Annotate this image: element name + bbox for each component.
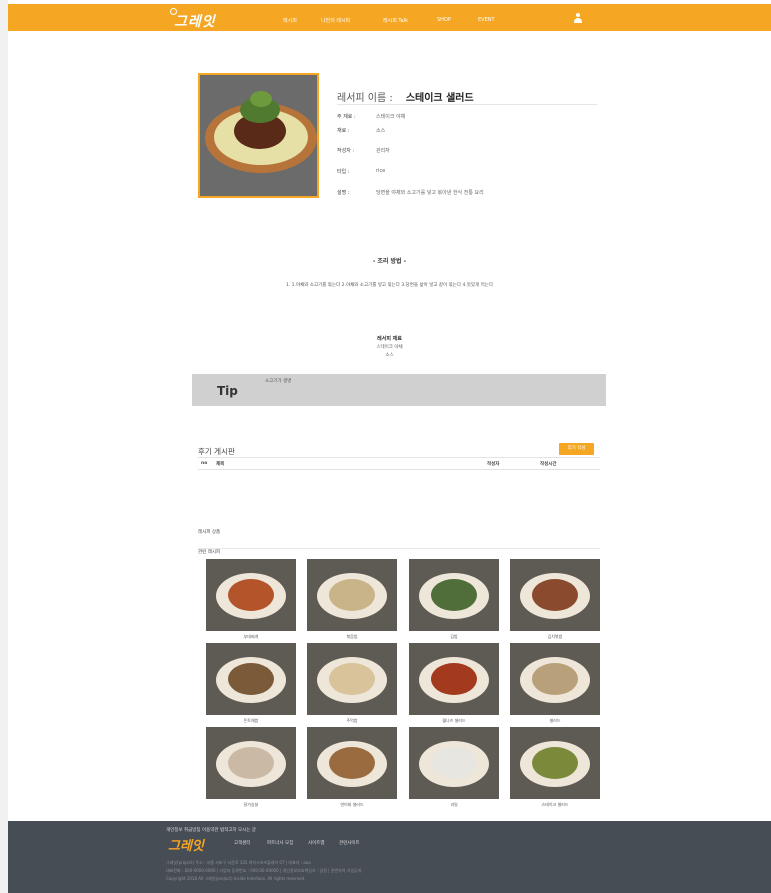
tip-label: Tip bbox=[217, 384, 238, 398]
nav-recipe-talk[interactable]: 레시피 Talk bbox=[383, 17, 408, 24]
footer-logo: 그레잇 bbox=[168, 839, 204, 854]
author-label: 작성자 : bbox=[337, 148, 355, 154]
related-recipe-thumbnail[interactable] bbox=[409, 643, 499, 715]
related-recipe-thumbnail[interactable] bbox=[409, 727, 499, 799]
top-navigation-bar: 그레잇 레시피 나만의 레시피 레시피 Talk SHOP EVENT bbox=[8, 4, 771, 31]
review-col-title: 제목 bbox=[216, 462, 225, 467]
ingredient-value: 소스 bbox=[376, 128, 386, 134]
related-recipe-thumbnail[interactable] bbox=[307, 643, 397, 715]
description-value: 당면을 야채와 소고기를 넣고 볶아낸 한식 전통 요리 bbox=[376, 190, 484, 196]
footer-contact: 대표전화 : 000-0000-0000 | 사업자 등록번호 : 000-00… bbox=[166, 868, 362, 873]
related-recipe-name[interactable]: 부대찌개 bbox=[206, 634, 296, 640]
review-board-title: 후기 게시판 bbox=[198, 447, 235, 456]
nav-my-recipe[interactable]: 나만의 레시피 bbox=[321, 17, 350, 24]
footer: 개인정보 취급방침 이용약관 법적고지 모시는 글 그레잇 고객센터 파트너사 … bbox=[8, 821, 771, 893]
type-label: 타입 : bbox=[337, 169, 350, 175]
related-recipe-thumbnail[interactable] bbox=[409, 559, 499, 631]
related-recipe-name[interactable]: 볶음밥 bbox=[307, 634, 397, 640]
cooking-steps: 1. 1.야채와 소고기를 볶는다 2.야채와 소고기를 넣고 볶는다 3.당면… bbox=[285, 283, 494, 288]
ingredient-label: 재료 : bbox=[337, 128, 350, 134]
nav-shop[interactable]: SHOP bbox=[437, 17, 451, 23]
review-col-author: 작성자 bbox=[487, 462, 500, 467]
write-review-button[interactable]: 후기 작성 bbox=[559, 443, 594, 455]
cooking-method-title: - 조리 방법 - bbox=[372, 258, 407, 265]
related-recipe-name[interactable]: 스테이크 샐러드 bbox=[510, 802, 600, 808]
related-recipe-thumbnail[interactable] bbox=[307, 727, 397, 799]
footer-menu-sitemap[interactable]: 사이트맵 bbox=[308, 840, 325, 846]
nav-event[interactable]: EVENT bbox=[478, 17, 495, 23]
related-recipes-label: 관련 레시피 bbox=[198, 550, 221, 555]
footer-address: 그레잇(project) 주소 : 서울 서초구 서운로 335 여자스포츠플래… bbox=[166, 860, 311, 865]
type-value: rice bbox=[376, 168, 386, 174]
related-recipe-name[interactable]: 주먹밥 bbox=[307, 718, 397, 724]
related-recipe-thumbnail[interactable] bbox=[206, 643, 296, 715]
related-recipe-name[interactable]: 김치볶밥 bbox=[510, 634, 600, 640]
page: 그레잇 레시피 나만의 레시피 레시피 Talk SHOP EVENT 레서피 … bbox=[8, 0, 771, 893]
divider bbox=[198, 457, 600, 458]
related-recipe-name[interactable]: 돈토채밥 bbox=[206, 718, 296, 724]
tip-box: Tip 소고기가 생명 bbox=[192, 374, 606, 406]
related-recipe-name[interactable]: 샐러드 bbox=[510, 718, 600, 724]
related-recipe-thumbnail[interactable] bbox=[510, 643, 600, 715]
related-recipe-name[interactable]: 과일 bbox=[409, 802, 499, 808]
recipe-title-label: 레서피 이름 : bbox=[337, 93, 393, 104]
tip-text: 소고기가 생명 bbox=[265, 379, 292, 384]
related-recipe-thumbnail[interactable] bbox=[307, 559, 397, 631]
footer-copyright: Copyright 2018 All 그레잇(project) Inside I… bbox=[166, 876, 306, 881]
main-ingredient-value: 스테이크 야채 bbox=[376, 114, 406, 120]
footer-menu-partner[interactable]: 파트너사 모집 bbox=[267, 840, 293, 846]
divider bbox=[337, 104, 597, 105]
nav-recipe[interactable]: 레시피 bbox=[283, 17, 297, 24]
related-recipe-thumbnail[interactable] bbox=[510, 559, 600, 631]
recipe-products-label: 레시피 상품 bbox=[198, 530, 221, 535]
review-col-time: 작성시간 bbox=[540, 462, 557, 467]
related-recipe-name[interactable]: 닭가슴살 bbox=[206, 802, 296, 808]
divider bbox=[198, 469, 600, 470]
site-logo[interactable]: 그레잇 bbox=[170, 8, 216, 31]
recipe-main-photo bbox=[198, 73, 319, 198]
divider bbox=[198, 548, 600, 549]
footer-menu-customer-center[interactable]: 고객센터 bbox=[234, 840, 251, 846]
related-recipe-name[interactable]: 김밥 bbox=[409, 634, 499, 640]
footer-menu-related-sites[interactable]: 관련사이트 bbox=[339, 840, 360, 846]
description-label: 설명 : bbox=[337, 190, 350, 196]
ingredients-title: 레서피 재료 bbox=[377, 336, 402, 342]
logo-ring-icon bbox=[170, 8, 177, 15]
related-recipe-name[interactable]: 연어회 샐러드 bbox=[307, 802, 397, 808]
related-recipe-thumbnail[interactable] bbox=[206, 559, 296, 631]
related-recipe-name[interactable]: 월나즈 샐러드 bbox=[409, 718, 499, 724]
author-value: 관리자 bbox=[376, 148, 390, 154]
recipe-title-value: 스테이크 샐러드 bbox=[405, 93, 474, 104]
site-logo-text: 그레잇 bbox=[174, 14, 216, 30]
ingredient-item: 스테이크 야채 bbox=[376, 345, 403, 350]
main-ingredient-label: 주 재료 : bbox=[337, 114, 356, 120]
related-recipe-thumbnail[interactable] bbox=[206, 727, 296, 799]
user-icon[interactable] bbox=[574, 13, 582, 24]
related-recipe-thumbnail[interactable] bbox=[510, 727, 600, 799]
footer-links[interactable]: 개인정보 취급방침 이용약관 법적고지 모시는 글 bbox=[166, 827, 256, 833]
ingredient-item: 소스 bbox=[385, 353, 394, 358]
recipe-title: 레서피 이름 : 스테이크 샐러드 bbox=[337, 86, 474, 105]
review-col-no: no bbox=[201, 461, 208, 466]
